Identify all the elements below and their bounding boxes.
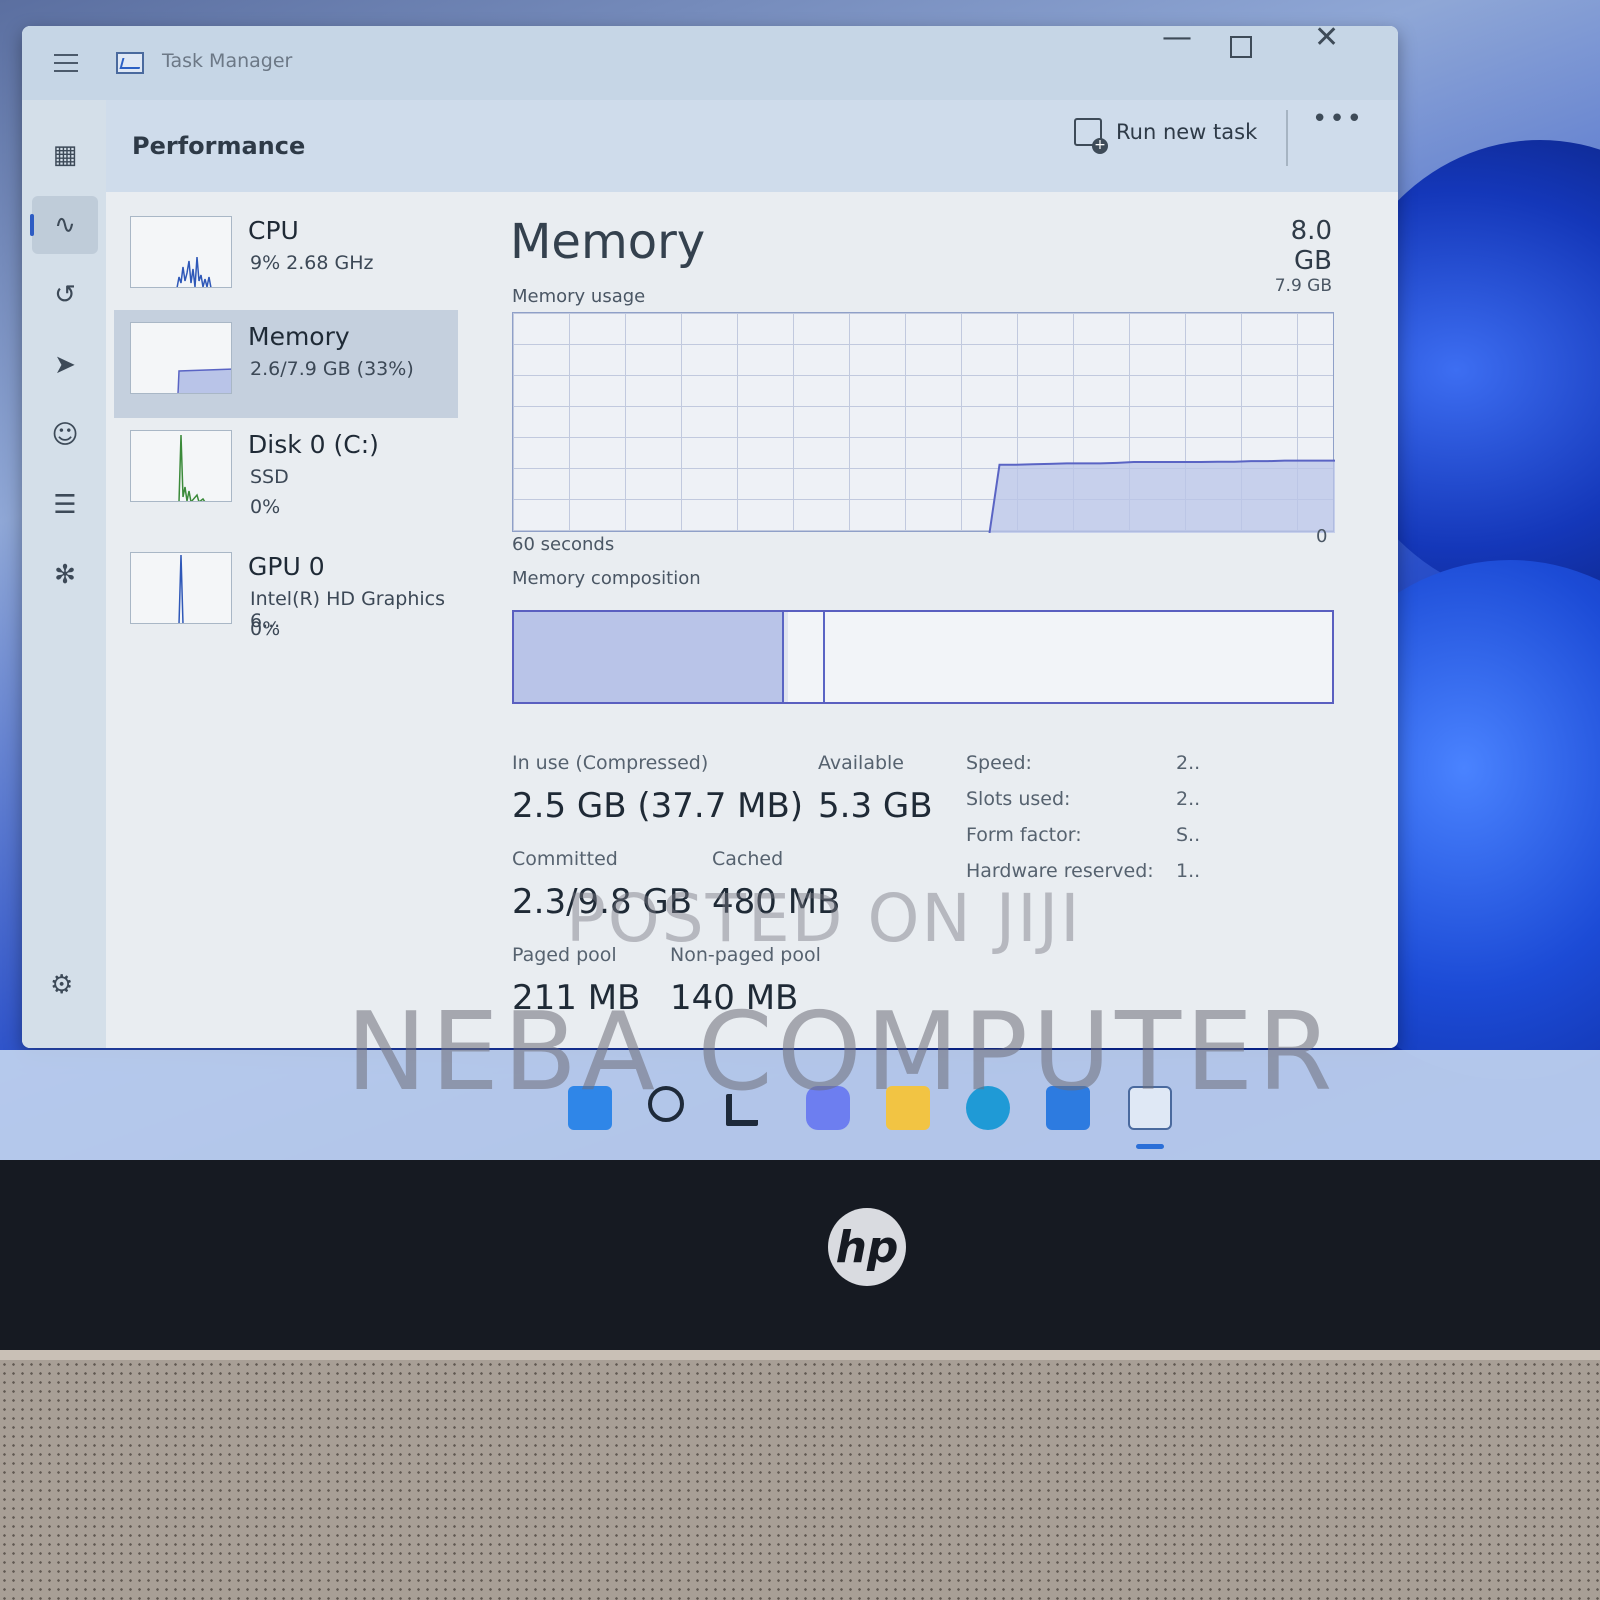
resource-cpu[interactable]: CPU 9% 2.68 GHz: [114, 204, 458, 312]
property-value: 1..: [1176, 860, 1201, 882]
page-title: Performance: [132, 132, 306, 160]
header-divider: [1286, 110, 1288, 166]
task-manager-app-icon: [116, 52, 144, 74]
details-icon[interactable]: ☰: [32, 476, 98, 534]
app-history-icon[interactable]: ↺: [32, 266, 98, 324]
run-task-icon: [1074, 118, 1108, 154]
run-new-task-button[interactable]: Run new task: [1074, 110, 1257, 154]
services-icon[interactable]: ✻: [32, 546, 98, 604]
available-label: Available: [818, 752, 905, 774]
run-new-task-label: Run new task: [1116, 120, 1258, 144]
detail-title: Memory: [510, 214, 706, 270]
hamburger-icon[interactable]: [54, 54, 78, 72]
composition-in-use: [514, 612, 784, 702]
property-key: Speed:: [966, 752, 1032, 774]
resource-name: Memory: [248, 322, 350, 351]
header-band: Performance Run new task •••: [106, 100, 1398, 192]
property-key: Slots used:: [966, 788, 1071, 810]
composition-label: Memory composition: [512, 568, 701, 589]
resource-memory[interactable]: Memory 2.6/7.9 GB (33%): [114, 310, 458, 418]
time-span-label: 60 seconds: [512, 534, 615, 555]
laptop-bezel: [0, 1160, 1600, 1360]
resource-detail: 9% 2.68 GHz: [250, 252, 374, 274]
speaker-grille: [0, 1360, 1600, 1600]
in-use-label: In use (Compressed): [512, 752, 709, 774]
disk-thumbnail: [130, 430, 232, 502]
property-value: 2..: [1176, 788, 1201, 810]
nav-rail: ▦ ∿ ↺ ➤ ☺ ☰ ✻ ⚙: [22, 100, 106, 1048]
cpu-thumbnail: [130, 216, 232, 288]
in-use-value: 2.5 GB (37.7 MB): [512, 786, 804, 826]
memory-composition-bar: [512, 610, 1334, 704]
memory-thumbnail: [130, 322, 232, 394]
hp-logo: hp: [828, 1208, 906, 1286]
watermark-text: POSTED ON JIJI: [566, 880, 1082, 957]
desktop-screen: Task Manager — ✕ ▦ ∿ ↺ ➤ ☺ ☰ ✻ ⚙ Perform…: [0, 0, 1600, 1160]
close-icon[interactable]: ✕: [1314, 26, 1339, 55]
available-value: 5.3 GB: [818, 786, 933, 826]
property-value: S..: [1176, 824, 1201, 846]
app-title: Task Manager: [162, 50, 293, 72]
active-app-indicator: [1136, 1144, 1164, 1149]
resource-detail: 2.6/7.9 GB (33%): [250, 358, 414, 380]
cached-label: Cached: [712, 848, 784, 870]
committed-label: Committed: [512, 848, 618, 870]
memory-usage-graph: [512, 312, 1335, 533]
settings-icon[interactable]: ⚙: [50, 970, 73, 1000]
usage-area: [989, 460, 1335, 533]
minimize-icon[interactable]: —: [1162, 26, 1192, 55]
resource-gpu[interactable]: GPU 0 Intel(R) HD Graphics 6... 0%: [114, 540, 458, 648]
usage-max-label: 7.9 GB: [1274, 276, 1332, 296]
gpu-thumbnail: [130, 552, 232, 624]
composition-standby: [788, 612, 825, 702]
performance-icon[interactable]: ∿: [30, 196, 98, 254]
resource-detail: Intel(R) HD Graphics 6...: [250, 588, 445, 632]
usage-graph-label: Memory usage: [512, 286, 646, 307]
property-value: 2..: [1176, 752, 1201, 774]
resource-detail: SSD: [250, 466, 289, 488]
watermark-text: NEBA COMPUTER: [346, 990, 1337, 1115]
resource-disk[interactable]: Disk 0 (C:) SSD 0%: [114, 418, 458, 526]
processes-icon[interactable]: ▦: [32, 126, 98, 184]
resource-name: GPU 0: [248, 552, 325, 581]
total-memory: 8.0 GB: [1290, 216, 1332, 276]
property-key: Form factor:: [966, 824, 1082, 846]
memory-usage-plot: [988, 459, 1335, 533]
resource-usage: 0%: [250, 496, 281, 518]
property-key: Hardware reserved:: [966, 860, 1154, 882]
title-bar[interactable]: Task Manager — ✕: [22, 26, 1398, 100]
resource-name: CPU: [248, 216, 299, 245]
users-icon[interactable]: ☺: [32, 406, 98, 464]
startup-apps-icon[interactable]: ➤: [32, 336, 98, 394]
maximize-icon[interactable]: [1230, 36, 1252, 58]
resource-usage: 0%: [250, 618, 281, 640]
usage-min-label: 0: [1316, 526, 1328, 547]
resource-name: Disk 0 (C:): [248, 430, 379, 459]
more-options-icon[interactable]: •••: [1312, 104, 1364, 134]
